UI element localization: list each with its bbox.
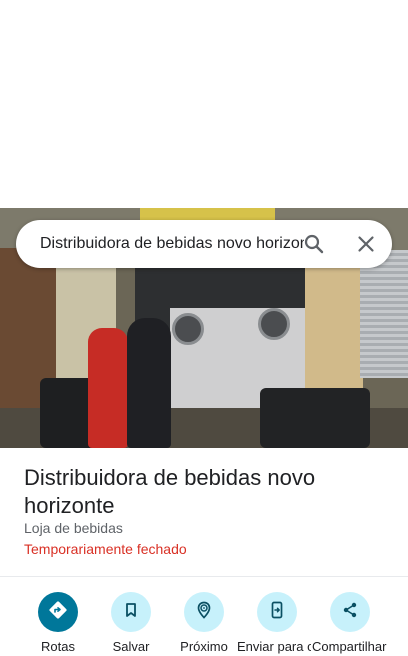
directions-icon — [48, 600, 68, 625]
divider — [0, 576, 408, 577]
place-category: Loja de bebidas — [24, 520, 123, 536]
place-info-panel: Distribuidora de bebidas novo horizonte … — [0, 448, 408, 576]
bookmark-icon — [122, 601, 140, 624]
place-title: Distribuidora de bebidas novo horizonte — [24, 465, 316, 518]
send-to-phone-icon — [267, 600, 287, 625]
send-to-phone-label: Enviar para o telefone — [237, 639, 311, 654]
close-icon[interactable] — [354, 232, 378, 256]
action-bar: Rotas Salvar Próximo Enviar para o Compa… — [0, 590, 408, 656]
share-label: Compartilhar — [312, 639, 387, 654]
search-icon[interactable] — [302, 232, 326, 256]
search-input[interactable]: Distribuidora de bebidas novo horizonte — [40, 220, 304, 268]
status-badge: Temporariamente fechado — [24, 541, 187, 557]
share-button[interactable]: Compartilhar — [310, 590, 390, 656]
nearby-button[interactable]: Próximo — [164, 590, 244, 656]
search-bar[interactable]: Distribuidora de bebidas novo horizonte — [16, 220, 392, 268]
nearby-icon — [194, 600, 214, 625]
share-icon — [341, 601, 359, 624]
send-to-phone-button[interactable]: Enviar para o telefone — [237, 590, 317, 656]
map-area-blank — [0, 0, 408, 208]
